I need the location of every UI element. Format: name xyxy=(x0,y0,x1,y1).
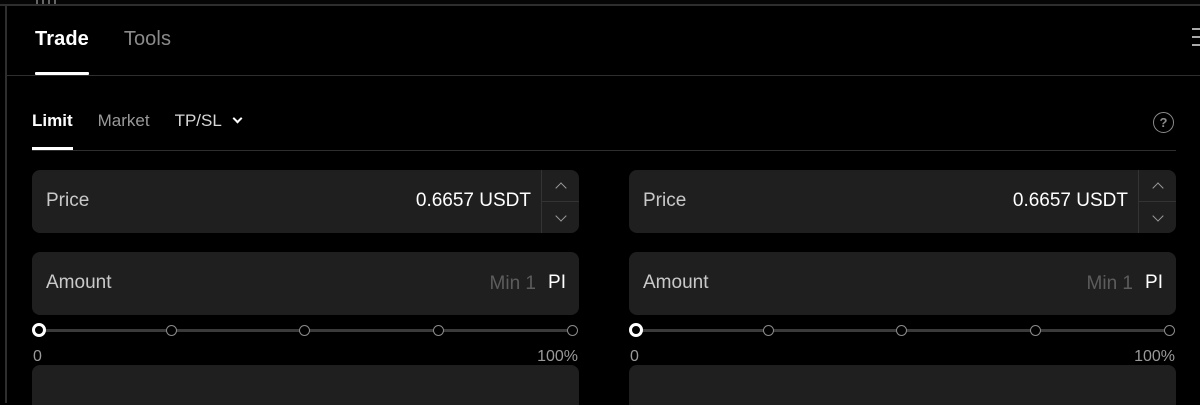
chevron-down-icon xyxy=(232,113,243,124)
order-type-tabs: Limit Market TP/SL xyxy=(32,76,266,150)
slider-step-50[interactable] xyxy=(896,325,907,336)
menu-icon[interactable] xyxy=(1192,28,1200,52)
buy-form: Price 0.6657 USDT Amount Min 1 PI 0 100% xyxy=(32,170,579,405)
slider-handle[interactable] xyxy=(629,323,643,337)
tab-market[interactable]: Market xyxy=(98,76,150,150)
trade-panel: Trade Tools Limit Market TP/SL ? Price 0… xyxy=(0,0,1200,405)
amount-label: Amount xyxy=(46,272,112,293)
sell-next-field[interactable] xyxy=(629,365,1176,405)
price-stepper xyxy=(1138,170,1176,233)
slider-step-75[interactable] xyxy=(433,325,444,336)
price-unit: USDT xyxy=(1076,190,1128,211)
amount-unit: PI xyxy=(1145,272,1163,293)
slider-min-label: 0 xyxy=(630,348,639,365)
buy-amount-slider[interactable]: 0 100% xyxy=(32,317,579,365)
amount-placeholder: Min 1 xyxy=(489,273,536,294)
help-icon[interactable]: ? xyxy=(1153,112,1174,133)
chevron-down-icon xyxy=(554,209,567,222)
slider-step-100[interactable] xyxy=(1164,325,1175,336)
price-label: Price xyxy=(46,190,90,211)
sell-amount-field[interactable]: Amount Min 1 PI xyxy=(629,252,1176,315)
decrement-button[interactable] xyxy=(542,202,579,233)
price-value[interactable]: 0.6657 xyxy=(1013,190,1071,212)
slider-min-label: 0 xyxy=(33,348,42,365)
slider-max-label: 100% xyxy=(537,348,578,365)
amount-label: Amount xyxy=(643,272,709,293)
increment-button[interactable] xyxy=(542,170,579,202)
slider-step-25[interactable] xyxy=(166,325,177,336)
price-stepper xyxy=(541,170,579,233)
sell-price-field[interactable]: Price 0.6657 USDT xyxy=(629,170,1176,233)
slider-step-25[interactable] xyxy=(763,325,774,336)
price-label: Price xyxy=(643,190,687,211)
main-tabs: Trade Tools xyxy=(35,0,206,76)
buy-amount-field[interactable]: Amount Min 1 PI xyxy=(32,252,579,315)
amount-placeholder: Min 1 xyxy=(1086,273,1133,294)
tab-trade[interactable]: Trade xyxy=(35,0,89,76)
chevron-up-icon xyxy=(554,181,567,194)
panel-left-border xyxy=(0,6,7,403)
sell-amount-slider[interactable]: 0 100% xyxy=(629,317,1176,365)
price-value[interactable]: 0.6657 xyxy=(416,190,474,212)
decrement-button[interactable] xyxy=(1139,202,1176,233)
slider-step-50[interactable] xyxy=(299,325,310,336)
divider xyxy=(32,150,1176,151)
tab-tpsl-dropdown[interactable]: TP/SL xyxy=(174,76,243,150)
price-unit: USDT xyxy=(479,190,531,211)
slider-handle[interactable] xyxy=(32,323,46,337)
buy-next-field[interactable] xyxy=(32,365,579,405)
slider-step-75[interactable] xyxy=(1030,325,1041,336)
tab-tpsl-label: TP/SL xyxy=(174,111,222,130)
buy-price-field[interactable]: Price 0.6657 USDT xyxy=(32,170,579,233)
amount-unit: PI xyxy=(548,272,566,293)
slider-step-100[interactable] xyxy=(567,325,578,336)
tab-tools[interactable]: Tools xyxy=(124,0,171,76)
slider-max-label: 100% xyxy=(1134,348,1175,365)
sell-form: Price 0.6657 USDT Amount Min 1 PI 0 100% xyxy=(629,170,1176,405)
chevron-down-icon xyxy=(1151,209,1164,222)
tab-limit[interactable]: Limit xyxy=(32,76,73,150)
increment-button[interactable] xyxy=(1139,170,1176,202)
chevron-up-icon xyxy=(1151,181,1164,194)
